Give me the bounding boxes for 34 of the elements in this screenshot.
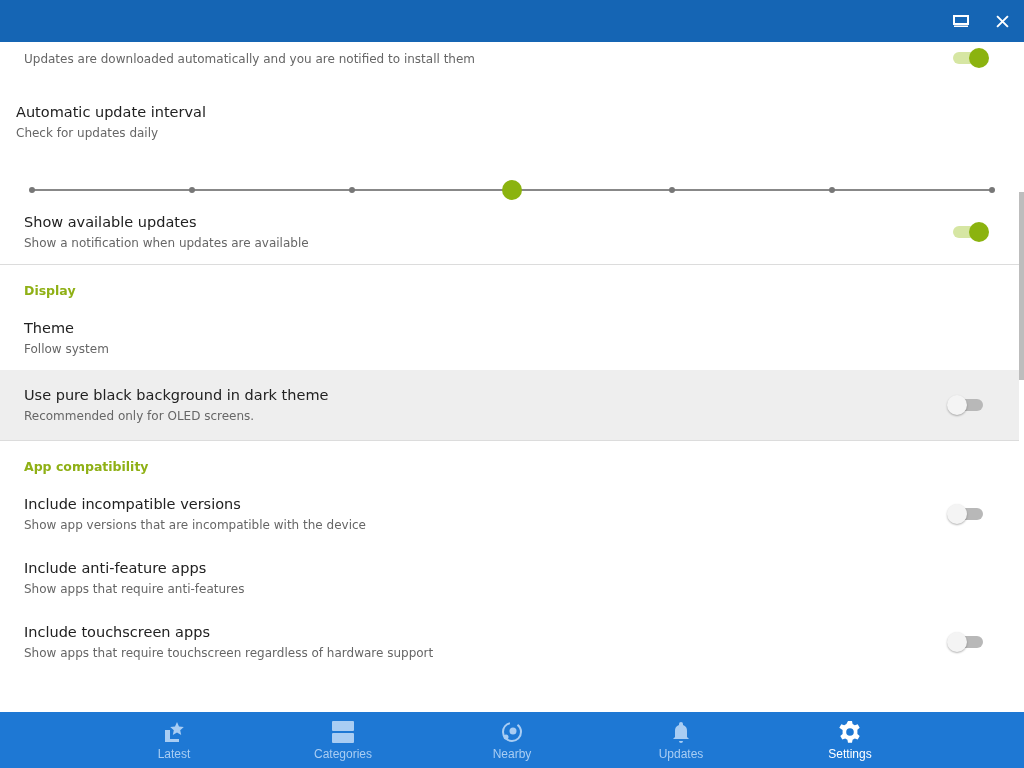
setting-description: Follow system: [24, 341, 110, 358]
scrollbar[interactable]: [1019, 192, 1024, 380]
settings-row[interactable]: Include touchscreen apps Show apps that require touchscreen regardless of hardware support: [0, 610, 1019, 674]
setting-title: Include touchscreen apps: [24, 623, 211, 642]
settings-row[interactable]: Include incompatible versions Show app versions that are incompatible with the device: [0, 482, 1019, 546]
setting-title: Show available updates: [24, 213, 198, 232]
settings-row[interactable]: Automatic update interval Check for updates daily: [0, 82, 1019, 200]
orbit-icon: [500, 719, 524, 744]
settings-row[interactable]: Show available updates Show a notification when updates are available: [0, 200, 1019, 264]
setting-title: Theme: [24, 319, 75, 338]
setting-description: Recommended only for OLED screens.: [24, 408, 256, 425]
restore-icon[interactable]: [953, 15, 969, 27]
categories-icon: [331, 719, 355, 744]
slider-thumb[interactable]: [502, 180, 522, 200]
nav-tab[interactable]: Settings: [765, 712, 935, 768]
setting-description: Updates are downloaded automatically and you are notified to install them: [24, 51, 477, 68]
setting-title: Automatic update interval: [16, 103, 207, 122]
setting-description: Show a notification when updates are available: [24, 235, 310, 252]
highlighted-row[interactable]: Use pure black background in dark theme Recommended only for OLED screens.: [0, 370, 1019, 440]
interval-slider[interactable]: [32, 180, 992, 200]
settings-row[interactable]: Updates are downloaded automatically and you are notified to install them: [0, 48, 1019, 82]
section-header: Display: [23, 282, 77, 300]
setting-title: Use pure black background in dark theme: [24, 386, 330, 405]
setting-title: Include incompatible versions: [24, 495, 242, 514]
section-header: App compatibility: [23, 458, 150, 476]
setting-description: Show apps that require anti-features: [24, 581, 246, 598]
settings-icon: [838, 719, 862, 744]
close-icon[interactable]: [996, 14, 1009, 28]
setting-description: Show apps that require touchscreen regardless of hardware support: [24, 645, 435, 662]
settings-row[interactable]: Include anti-feature apps Show apps that require anti-features: [0, 546, 1019, 610]
setting-description: Check for updates daily: [16, 125, 160, 142]
settings-row[interactable]: Theme Follow system: [0, 306, 1019, 370]
setting-title: Include anti-feature apps: [24, 559, 208, 578]
setting-description: Show app versions that are incompatible with the device: [24, 517, 367, 534]
